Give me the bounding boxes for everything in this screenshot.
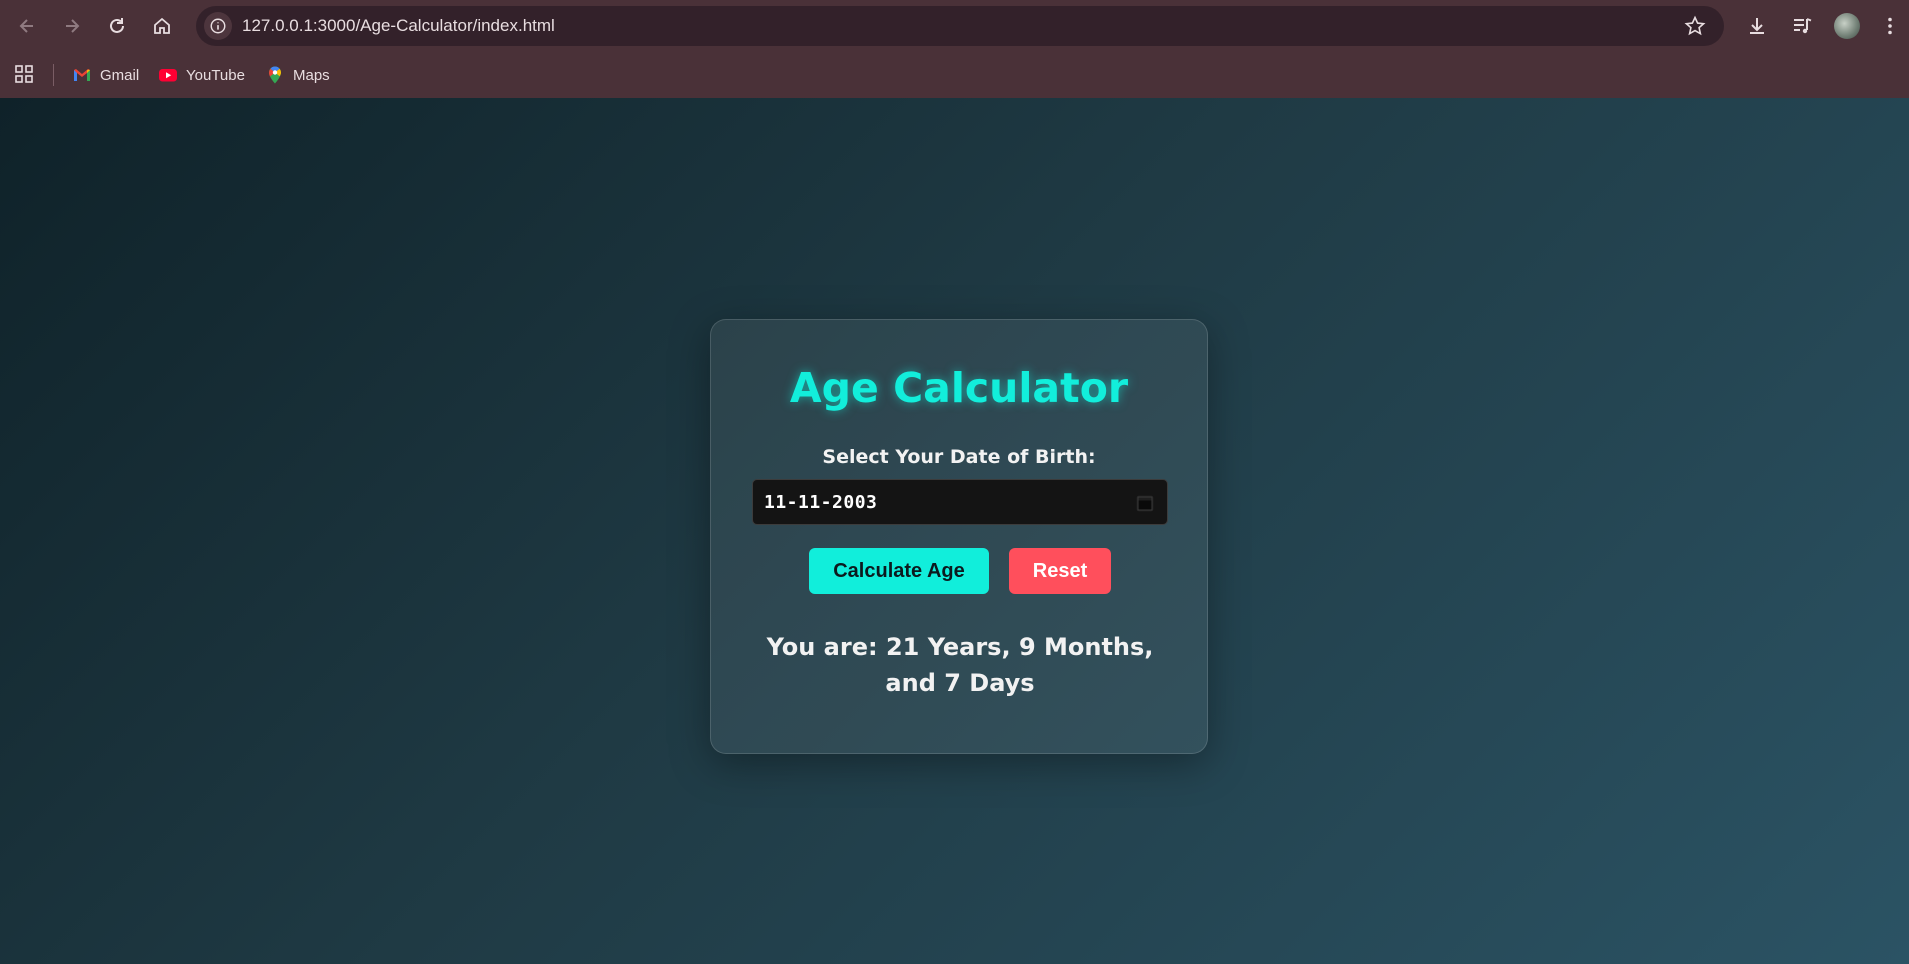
bookmark-label: Maps	[293, 66, 330, 84]
address-bar[interactable]: 127.0.0.1:3000/Age-Calculator/index.html	[196, 6, 1724, 46]
calendar-icon[interactable]	[1135, 493, 1155, 513]
profile-avatar[interactable]	[1834, 13, 1860, 39]
bookmark-gmail[interactable]: Gmail	[72, 63, 139, 87]
reset-button[interactable]: Reset	[1009, 548, 1111, 594]
page-viewport: Age Calculator Select Your Date of Birth…	[0, 98, 1909, 964]
site-info-icon[interactable]	[204, 12, 232, 40]
calculate-age-button[interactable]: Calculate Age	[809, 548, 989, 594]
gmail-icon	[74, 69, 90, 81]
menu-button[interactable]	[1877, 13, 1903, 39]
back-button[interactable]	[9, 8, 45, 44]
dob-date-input[interactable]: 11-11-2003	[752, 479, 1168, 525]
forward-arrow-icon	[66, 19, 80, 33]
url-text: 127.0.0.1:3000/Age-Calculator/index.html	[242, 16, 555, 35]
home-button[interactable]	[144, 8, 180, 44]
youtube-icon	[159, 69, 177, 82]
playlist-music-icon	[1794, 18, 1812, 34]
maps-icon	[269, 66, 281, 84]
bookmark-youtube[interactable]: YouTube	[158, 63, 245, 87]
media-control-button[interactable]	[1789, 13, 1815, 39]
age-calculator-card: Age Calculator Select Your Date of Birth…	[710, 319, 1208, 754]
download-icon	[1750, 18, 1764, 34]
reload-button[interactable]	[99, 8, 135, 44]
apps-grid-icon[interactable]	[14, 64, 34, 84]
bookmark-label: YouTube	[186, 66, 245, 84]
bookmarks-bar: Gmail YouTube Maps	[0, 52, 1909, 99]
home-icon	[154, 17, 170, 34]
kebab-menu-icon	[1888, 17, 1892, 35]
browser-toolbar: 127.0.0.1:3000/Age-Calculator/index.html	[0, 0, 1909, 52]
reload-icon	[110, 18, 124, 33]
bookmark-star-icon[interactable]	[1684, 15, 1706, 37]
back-arrow-icon	[19, 19, 33, 33]
forward-button[interactable]	[54, 8, 90, 44]
download-button[interactable]	[1744, 13, 1770, 39]
bookmark-label: Gmail	[100, 66, 140, 84]
age-result-text: You are: 21 Years, 9 Months, and 7 Days	[766, 633, 1154, 697]
bookmarks-divider	[53, 64, 54, 86]
dob-value: 11-11-2003	[764, 492, 878, 513]
bookmark-maps[interactable]: Maps	[265, 63, 330, 87]
page-title: Age Calculator	[789, 364, 1129, 412]
dob-label: Select Your Date of Birth:	[822, 446, 1096, 468]
